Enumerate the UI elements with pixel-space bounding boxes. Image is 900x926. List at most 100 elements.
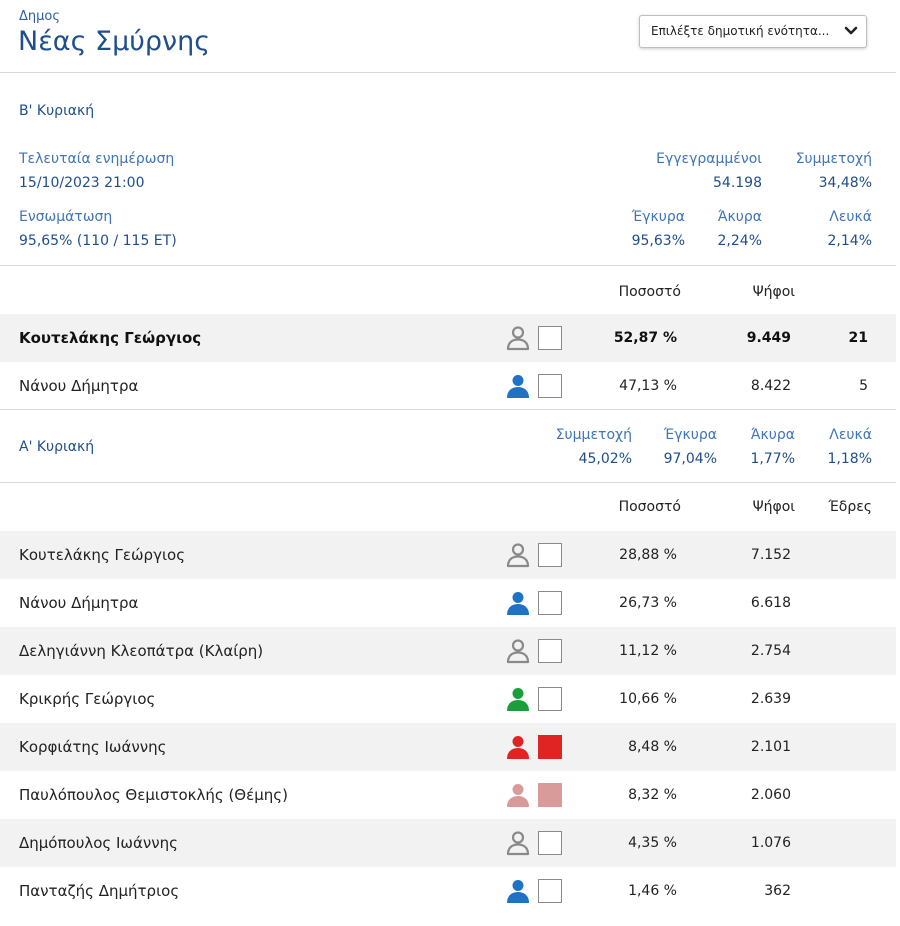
round2-turnout-label: Συμμετοχή [795, 151, 872, 167]
color-swatch [538, 639, 562, 663]
color-swatch [538, 687, 562, 711]
candidate-seats: 21 [848, 330, 868, 346]
round2-invalid-label: Άκυρα [717, 209, 762, 225]
round1-valid-value: 97,04% [663, 451, 717, 467]
round1-invalid-value: 1,77% [750, 451, 795, 467]
round1-col-seats: Έδρες [828, 499, 872, 515]
candidate-name: Παυλόπουλος Θεμιστοκλής (Θέμης) [19, 786, 288, 804]
candidate-percent: 47,13 % [619, 378, 677, 394]
candidate-percent: 8,32 % [628, 787, 677, 803]
color-swatch [538, 735, 562, 759]
integration-value: 95,65% (110 / 115 ΕΤ) [19, 233, 177, 249]
candidate-name: Κουτελάκης Γεώργιος [19, 329, 202, 347]
round2-col-votes: Ψήφοι [752, 284, 795, 300]
round1-turnout-value: 45,02% [578, 451, 632, 467]
table-row: Νάνου Δήμητρα 47,13 % 8.422 5 [0, 362, 896, 410]
table-row: Παυλόπουλος Θεμιστοκλής (Θέμης) 8,32 % 2.0… [0, 771, 896, 819]
round1-blank-value: 1,18% [827, 451, 872, 467]
candidate-percent: 1,46 % [628, 883, 677, 899]
candidate-votes: 2.101 [750, 739, 791, 755]
page-header: Δημος Νέας Σμύρνης Επιλέξτε δημοτική ενό… [0, 0, 896, 73]
round2-turnout-value: 34,48% [818, 175, 872, 191]
color-swatch [538, 879, 562, 903]
candidate-percent: 8,48 % [628, 739, 677, 755]
candidate-percent: 10,66 % [619, 691, 677, 707]
round1-title: Α' Κυριακή [19, 439, 95, 455]
round1-turnout-label: Συμμετοχή [555, 427, 632, 443]
table-row: Κρικρής Γεώργιος 10,66 % 2.639 [0, 675, 896, 723]
color-swatch [538, 831, 562, 855]
candidate-votes: 8.422 [750, 378, 791, 394]
candidate-votes: 9.449 [746, 330, 791, 346]
table-row: Νάνου Δήμητρα 26,73 % 6.618 [0, 579, 896, 627]
candidate-percent: 26,73 % [619, 595, 677, 611]
round2-invalid-value: 2,24% [717, 233, 762, 249]
person-icon [505, 782, 531, 808]
candidate-name: Κορφιάτης Ιωάννης [19, 738, 167, 756]
color-swatch [538, 591, 562, 615]
person-icon [505, 373, 531, 399]
registered-value: 54.198 [713, 175, 762, 191]
candidate-percent: 11,12 % [619, 643, 677, 659]
candidate-votes: 1.076 [750, 835, 791, 851]
table-row: Κορφιάτης Ιωάννης 8,48 % 2.101 [0, 723, 896, 771]
person-icon [505, 878, 531, 904]
round2-title: Β' Κυριακή [19, 103, 95, 119]
municipality-label: Δημος [19, 9, 60, 24]
table-row: Δεληγιάννη Κλεοπάτρα (Κλαίρη) 11,12 % 2.75… [0, 627, 896, 675]
candidate-votes: 6.618 [750, 595, 791, 611]
last-update-value: 15/10/2023 21:00 [19, 175, 145, 191]
candidate-name: Πανταζής Δημήτριος [19, 882, 180, 900]
round2-valid-label: Έγκυρα [631, 209, 685, 225]
person-icon [505, 542, 531, 568]
municipal-unit-select-value: Επιλέξτε δημοτική ενότητα... [651, 24, 830, 38]
round2-blank-value: 2,14% [827, 233, 872, 249]
round1-col-votes: Ψήφοι [752, 499, 795, 515]
divider [0, 482, 896, 483]
color-swatch [538, 783, 562, 807]
candidate-name: Κουτελάκης Γεώργιος [19, 546, 185, 564]
municipality-name: Νέας Σμύρνης [18, 26, 211, 57]
candidate-percent: 28,88 % [619, 547, 677, 563]
candidate-name: Νάνου Δήμητρα [19, 377, 139, 395]
candidate-percent: 52,87 % [613, 330, 677, 346]
last-update-label: Τελευταία ενημέρωση [19, 151, 175, 167]
candidate-name: Δημόπουλος Ιωάννης [19, 834, 178, 852]
person-icon [505, 686, 531, 712]
round2-valid-value: 95,63% [631, 233, 685, 249]
candidate-votes: 362 [764, 883, 791, 899]
integration-label: Ενσωμάτωση [19, 209, 113, 225]
candidate-votes: 7.152 [750, 547, 791, 563]
round1-col-percent: Ποσοστό [618, 499, 681, 515]
round1-valid-label: Έγκυρα [663, 427, 717, 443]
person-icon [505, 830, 531, 856]
color-swatch [538, 374, 562, 398]
round1-blank-label: Λευκά [829, 427, 872, 443]
divider [0, 265, 896, 266]
person-icon [505, 325, 531, 351]
table-row: Δημόπουλος Ιωάννης 4,35 % 1.076 [0, 819, 896, 867]
candidate-votes: 2.060 [750, 787, 791, 803]
round2-blank-label: Λευκά [829, 209, 872, 225]
candidate-votes: 2.639 [750, 691, 791, 707]
candidate-seats: 5 [859, 378, 868, 394]
registered-label: Εγγεγραμμένοι [656, 151, 762, 167]
candidate-name: Νάνου Δήμητρα [19, 594, 139, 612]
person-icon [505, 590, 531, 616]
candidate-name: Δεληγιάννη Κλεοπάτρα (Κλαίρη) [19, 642, 264, 660]
table-row: Κουτελάκης Γεώργιος 52,87 % 9.449 21 [0, 314, 896, 362]
person-icon [505, 734, 531, 760]
round2-col-percent: Ποσοστό [618, 284, 681, 300]
candidate-name: Κρικρής Γεώργιος [19, 690, 156, 708]
table-row: Πανταζής Δημήτριος 1,46 % 362 [0, 867, 896, 915]
chevron-down-icon [844, 26, 858, 35]
person-icon [505, 638, 531, 664]
round1-invalid-label: Άκυρα [750, 427, 795, 443]
color-swatch [538, 326, 562, 350]
municipal-unit-select[interactable]: Επιλέξτε δημοτική ενότητα... [639, 15, 867, 48]
candidate-percent: 4,35 % [628, 835, 677, 851]
divider [0, 409, 896, 410]
candidate-votes: 2.754 [750, 643, 791, 659]
table-row: Κουτελάκης Γεώργιος 28,88 % 7.152 [0, 531, 896, 579]
color-swatch [538, 543, 562, 567]
